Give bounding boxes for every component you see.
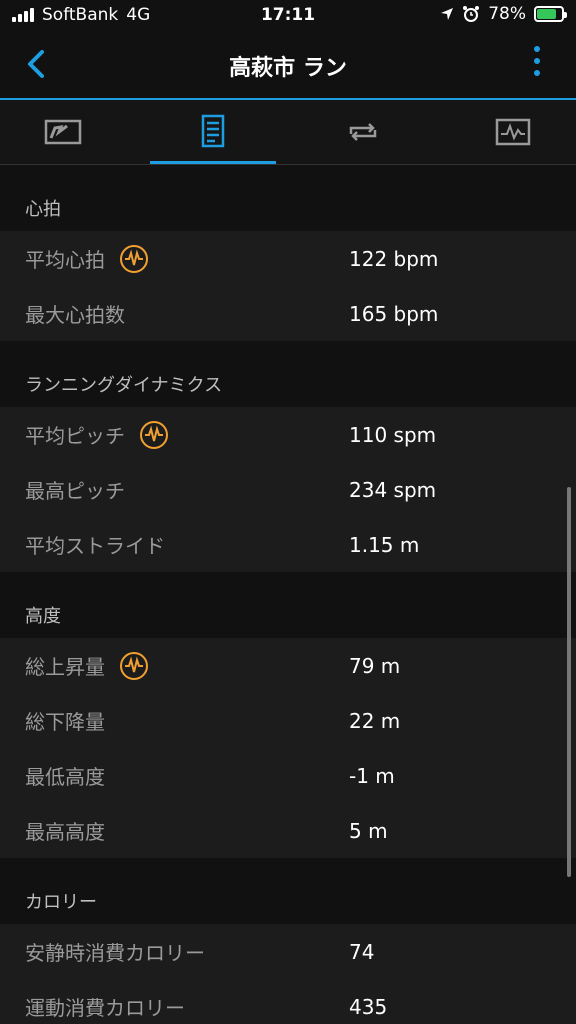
section-running-dynamics: ランニングダイナミクス 平均ピッチ 110 spm 最高ピッチ 234 spm … — [0, 341, 576, 572]
chart-icon — [495, 118, 531, 146]
page-title: 高萩市 ラン — [229, 56, 347, 81]
battery-icon — [534, 6, 567, 22]
section-heart-rate: 心拍 平均心拍 122 bpm 最大心拍数 165 bpm — [0, 165, 576, 341]
row-label: 平均ストライド — [25, 534, 165, 558]
list-row: 平均ピッチ 110 spm — [0, 407, 576, 462]
heart-rate-sensor-icon — [120, 244, 148, 273]
nav-bar: 高萩市 ラン — [0, 32, 576, 100]
details-list-icon — [201, 114, 225, 147]
row-label: 最高ピッチ — [25, 479, 125, 503]
section-header: 高度 — [0, 572, 576, 638]
row-label: 最高高度 — [25, 820, 105, 844]
row-label: 運動消費カロリー — [25, 996, 185, 1020]
row-value: -1 m — [349, 763, 395, 788]
list-row: 最高ピッチ 234 spm — [0, 462, 576, 517]
scrollbar[interactable] — [567, 487, 571, 877]
location-arrow-icon — [441, 8, 454, 20]
list-row: 最低高度 -1 m — [0, 748, 576, 803]
alarm-icon — [463, 6, 480, 22]
row-value: 5 m — [349, 818, 388, 843]
row-label: 総上昇量 — [25, 655, 105, 679]
map-icon — [44, 119, 82, 145]
battery-percent: 78% — [488, 4, 526, 24]
status-bar: SoftBank 4G 17:11 78% — [0, 0, 576, 32]
tab-bar — [0, 100, 576, 165]
row-value: 1.15 m — [349, 532, 420, 557]
section-calories: カロリー 安静時消費カロリー 74 運動消費カロリー 435 — [0, 858, 576, 1024]
section-header: 心拍 — [0, 165, 576, 231]
row-value: 165 bpm — [349, 301, 439, 326]
list-row: 最大心拍数 165 bpm — [0, 286, 576, 341]
row-value: 122 bpm — [349, 246, 439, 271]
list-row: 総上昇量 79 m — [0, 638, 576, 693]
tab-map[interactable] — [0, 100, 126, 164]
row-label: 最大心拍数 — [25, 303, 125, 327]
row-label: 最低高度 — [25, 765, 105, 789]
section-header: カロリー — [0, 858, 576, 924]
row-value: 74 — [349, 939, 375, 964]
list-row: 安静時消費カロリー 74 — [0, 924, 576, 979]
list-row: 最高高度 5 m — [0, 803, 576, 858]
tab-charts[interactable] — [450, 100, 576, 164]
row-value: 234 spm — [349, 477, 437, 502]
row-label: 総下降量 — [25, 710, 105, 734]
list-row: 平均心拍 122 bpm — [0, 231, 576, 286]
list-row: 平均ストライド 1.15 m — [0, 517, 576, 572]
section-header: ランニングダイナミクス — [0, 341, 576, 407]
row-label: 平均ピッチ — [25, 424, 125, 448]
tab-details[interactable] — [150, 100, 276, 164]
list-row: 運動消費カロリー 435 — [0, 979, 576, 1024]
heart-rate-sensor-icon — [120, 651, 148, 680]
heart-rate-sensor-icon — [140, 420, 168, 449]
laps-icon — [349, 123, 377, 141]
row-value: 22 m — [349, 708, 401, 733]
row-value: 435 — [349, 994, 388, 1019]
row-value: 110 spm — [349, 422, 437, 447]
list-row: 総下降量 22 m — [0, 693, 576, 748]
status-right: 78% — [440, 4, 567, 24]
row-label: 平均心拍 — [25, 248, 105, 272]
more-options-icon[interactable] — [534, 46, 542, 82]
row-label: 安静時消費カロリー — [25, 941, 205, 965]
section-elevation: 高度 総上昇量 79 m 総下降量 22 m 最低高度 -1 m 最高高度 5 … — [0, 572, 576, 858]
details-content[interactable]: 心拍 平均心拍 122 bpm 最大心拍数 165 bpm ランニングダイナミク… — [0, 165, 576, 1024]
tab-laps[interactable] — [300, 100, 426, 164]
row-value: 79 m — [349, 653, 401, 678]
